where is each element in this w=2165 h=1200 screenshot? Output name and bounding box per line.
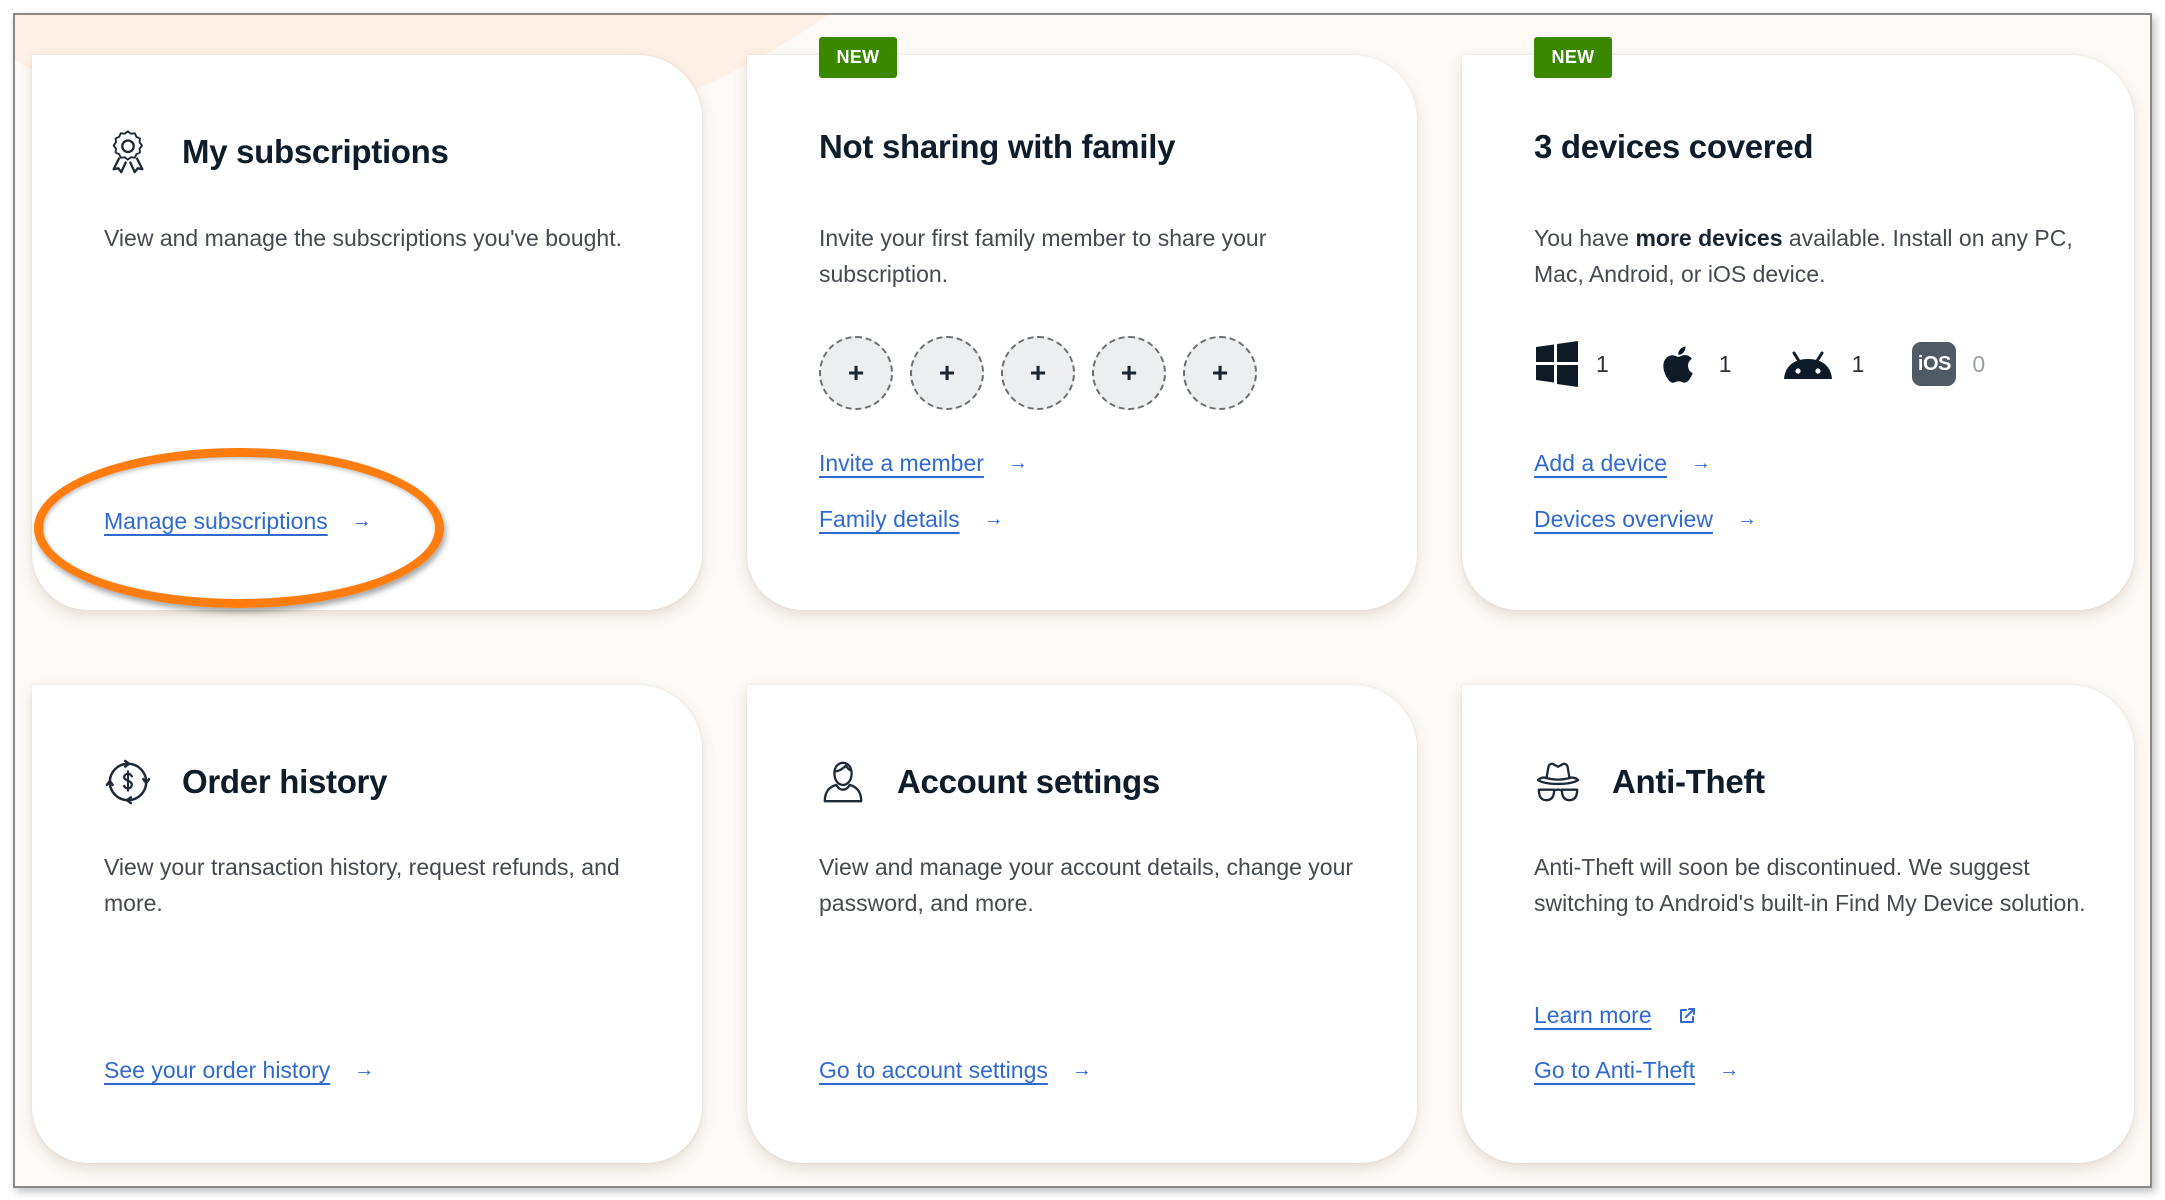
arrow-right-icon: → [1736, 508, 1757, 530]
link-label: Devices overview [1534, 506, 1713, 532]
add-member-slot[interactable]: + [910, 336, 984, 410]
card-header: Order history [104, 758, 387, 806]
device-android: 1 [1780, 341, 1865, 387]
card-title: Account settings [897, 763, 1160, 800]
card-account-settings: Account settings View and manage your ac… [747, 685, 1417, 1163]
card-title: 3 devices covered [1534, 128, 1814, 165]
device-count: 1 [1851, 350, 1865, 377]
arrow-right-icon: → [1007, 452, 1028, 474]
card-order-history: Order history View your transaction hist… [32, 685, 702, 1163]
card-description: View your transaction history, request r… [104, 854, 620, 916]
link-label: Learn more [1534, 1002, 1652, 1028]
arrow-right-icon: → [354, 1059, 375, 1081]
link-label: Add a device [1534, 450, 1667, 476]
card-header: Account settings [819, 758, 1160, 806]
link-label: Family details [819, 506, 960, 532]
card-header: 3 devices covered [1534, 128, 1814, 166]
description-prefix: You have [1534, 225, 1636, 251]
apple-icon [1663, 346, 1693, 383]
card-header: Not sharing with family [819, 128, 1175, 166]
link-label: Go to Anti-Theft [1534, 1057, 1696, 1083]
ios-icon: iOS [1912, 342, 1957, 386]
device-windows: 1 [1534, 341, 1609, 387]
card-description: View and manage your account details, ch… [819, 854, 1354, 916]
arrow-right-icon: → [1071, 1059, 1092, 1081]
device-mac: 1 [1657, 341, 1732, 387]
new-badge: NEW [819, 37, 897, 78]
card-my-subscriptions: My subscriptions View and manage the sub… [32, 55, 702, 610]
family-member-slots: + + + + + [819, 336, 1257, 410]
new-badge: NEW [1534, 37, 1612, 78]
dollar-cycle-icon [104, 758, 152, 806]
add-member-slot[interactable]: + [1092, 336, 1166, 410]
device-ios: iOS 0 [1912, 342, 1985, 386]
device-count: 1 [1596, 350, 1609, 377]
android-icon [1783, 351, 1832, 379]
user-icon [819, 758, 867, 806]
arrow-right-icon: → [983, 508, 1004, 530]
card-header: Anti-Theft [1534, 758, 1765, 806]
add-member-slot[interactable]: + [819, 336, 893, 410]
link-label: Go to account settings [819, 1057, 1048, 1083]
windows-icon [1536, 341, 1578, 387]
link-label: See your order history [104, 1057, 331, 1083]
invite-member-link[interactable]: Invite a member → [819, 450, 1028, 477]
manage-subscriptions-link[interactable]: Manage subscriptions → [104, 508, 372, 535]
order-history-link[interactable]: See your order history → [104, 1057, 374, 1084]
arrow-right-icon: → [351, 510, 372, 532]
card-description: View and manage the subscriptions you've… [104, 225, 622, 251]
link-label: Invite a member [819, 450, 984, 476]
go-to-anti-theft-link[interactable]: Go to Anti-Theft → [1534, 1057, 1739, 1084]
device-count: 1 [1718, 350, 1732, 377]
card-title: Order history [182, 763, 388, 800]
card-devices-covered: NEW 3 devices covered You have more devi… [1462, 37, 2134, 610]
add-member-slot[interactable]: + [1183, 336, 1257, 410]
device-count: 0 [1972, 350, 1986, 377]
account-settings-link[interactable]: Go to account settings → [819, 1057, 1092, 1084]
add-member-slot[interactable]: + [1001, 336, 1075, 410]
card-title: Anti-Theft [1612, 763, 1765, 800]
award-ribbon-icon [104, 128, 152, 176]
card-description: Anti-Theft will soon be discontinued. We… [1534, 854, 2086, 916]
device-counts: 1 1 1 iOS 0 [1534, 340, 2033, 388]
card-anti-theft: Anti-Theft Anti-Theft will soon be disco… [1462, 685, 2134, 1163]
family-details-link[interactable]: Family details → [819, 506, 1004, 533]
arrow-right-icon: → [1719, 1059, 1740, 1081]
card-description: You have more devices available. Install… [1534, 220, 2094, 292]
devices-overview-link[interactable]: Devices overview → [1534, 506, 1757, 533]
card-title: My subscriptions [182, 133, 449, 170]
link-label: Manage subscriptions [104, 508, 328, 534]
external-link-icon [1679, 1007, 1695, 1023]
card-family-sharing: NEW Not sharing with family Invite your … [747, 37, 1417, 610]
card-title: Not sharing with family [819, 128, 1176, 165]
card-header: My subscriptions [104, 128, 449, 176]
incognito-hat-glasses-icon [1534, 758, 1582, 806]
learn-more-link[interactable]: Learn more [1534, 1002, 1696, 1029]
arrow-right-icon: → [1690, 452, 1711, 474]
card-description: Invite your first family member to share… [819, 225, 1267, 287]
add-device-link[interactable]: Add a device → [1534, 450, 1711, 477]
description-bold: more devices [1635, 225, 1783, 251]
